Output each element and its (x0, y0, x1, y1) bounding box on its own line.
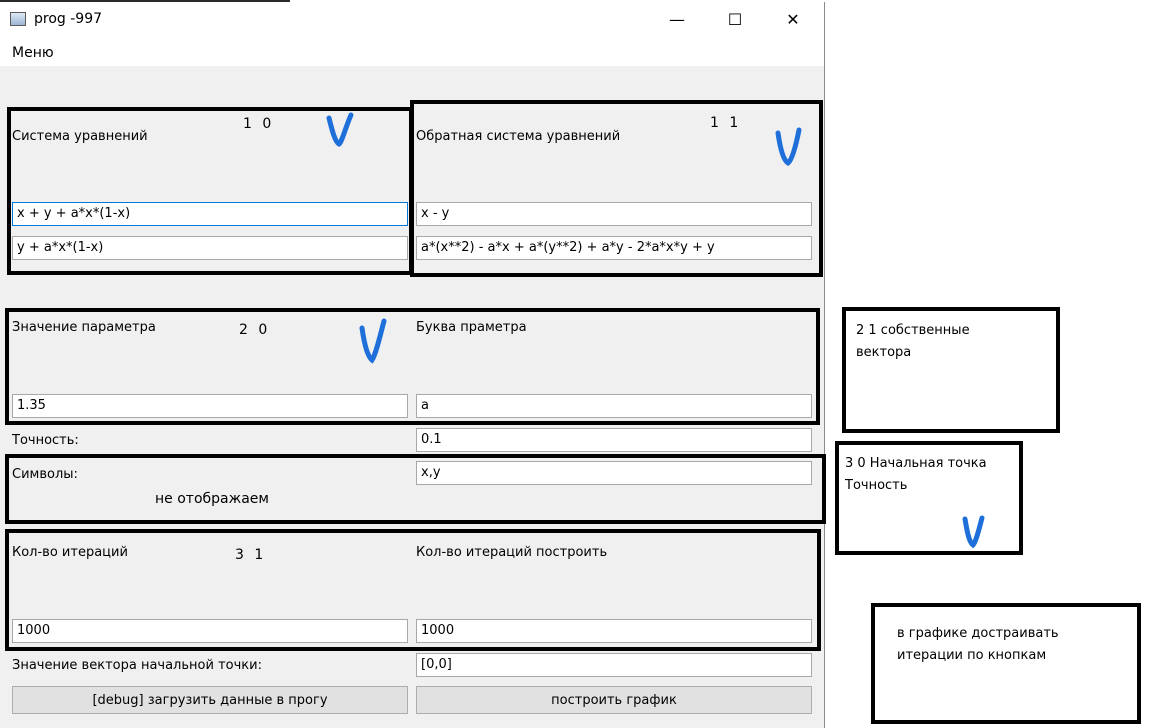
app-icon (10, 12, 26, 26)
load-data-button[interactable]: [debug] загрузить данные в прогу (12, 686, 408, 714)
annotation-graph-line1: в графике достраивать (897, 626, 1059, 641)
annotation-number-31: 3 1 (235, 547, 267, 563)
minimize-button[interactable]: — (648, 2, 706, 36)
annotation-21-line2: вектора (856, 345, 912, 360)
plot-graph-button[interactable]: построить график (416, 686, 812, 714)
check-mark-icon (326, 112, 354, 147)
annotation-box-20 (5, 308, 820, 425)
check-mark-icon (775, 127, 802, 167)
window-title: prog -997 (34, 11, 103, 27)
check-mark-icon (962, 515, 985, 549)
check-mark-icon (359, 318, 387, 364)
annotation-30-line1: 3 0 Начальная точка (845, 456, 987, 471)
start-vector-label: Значение вектора начальной точки: (12, 658, 262, 673)
annotation-30-line2: Точность (845, 478, 908, 493)
close-button[interactable]: ✕ (764, 2, 822, 36)
menu-item-menu[interactable]: Меню (12, 45, 54, 61)
annotation-not-displayed: не отображаем (155, 491, 269, 507)
annotation-number-10: 1 0 (243, 116, 275, 132)
menu-bar (0, 36, 824, 66)
annotation-21-line1: 2 1 собственные (856, 323, 970, 338)
precision-input[interactable]: 0.1 (416, 428, 812, 452)
annotation-number-20: 2 0 (239, 322, 271, 338)
maximize-button[interactable]: ☐ (706, 2, 764, 36)
annotation-box-symbols (5, 454, 826, 524)
annotation-box-31 (5, 529, 821, 651)
precision-label: Точность: (12, 433, 79, 448)
annotation-box-11 (410, 100, 823, 277)
annotation-number-11: 1 1 (710, 115, 742, 131)
start-vector-input[interactable]: [0,0] (416, 653, 812, 677)
annotation-graph-line2: итерации по кнопкам (897, 648, 1047, 663)
